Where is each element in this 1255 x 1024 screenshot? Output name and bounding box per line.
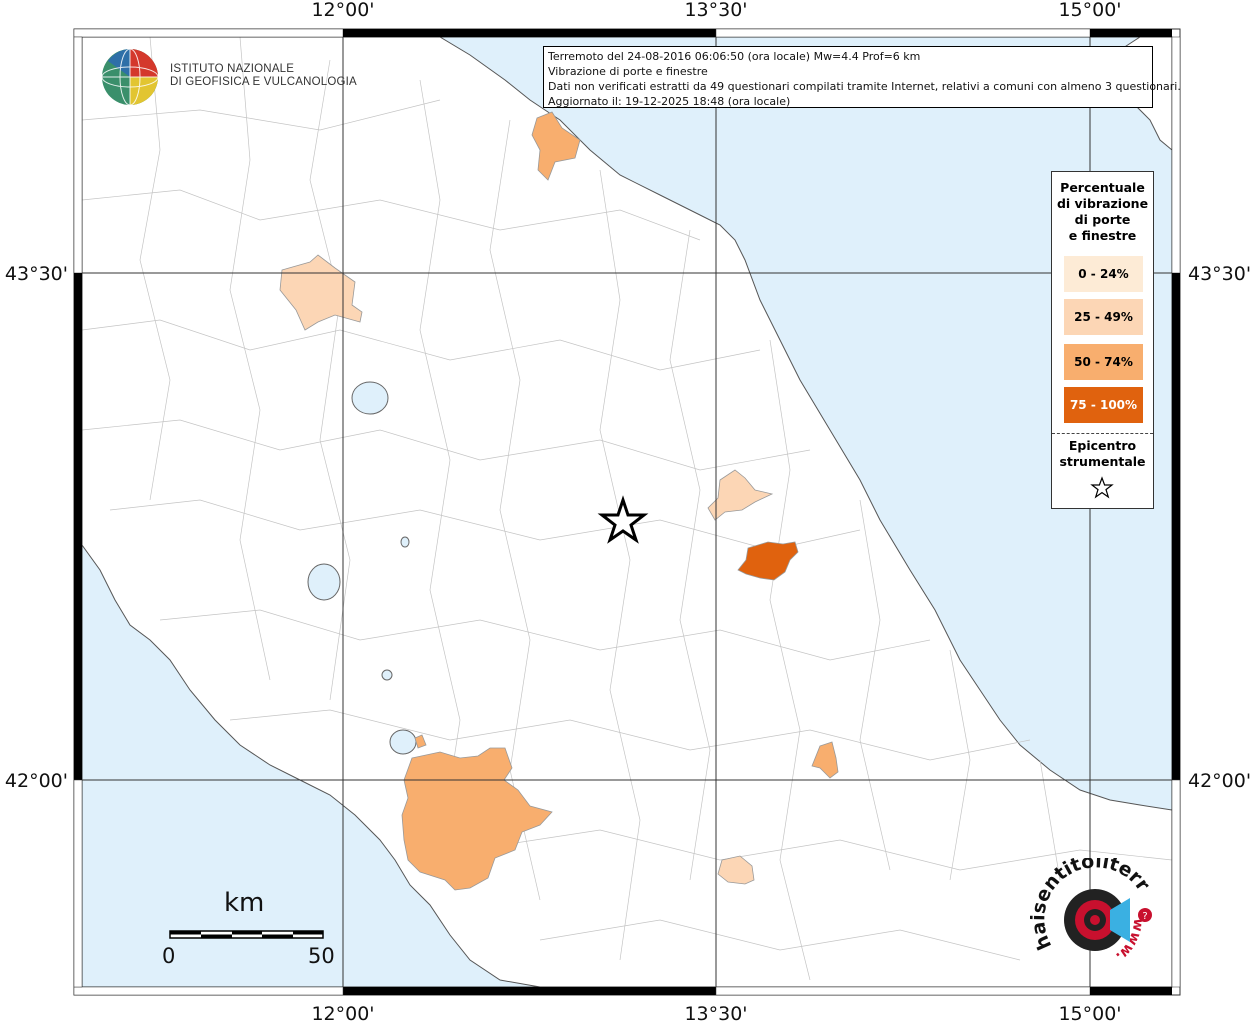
ingv-logo-text: ISTITUTO NAZIONALE DI GEOFISICA E VULCAN… <box>170 63 357 89</box>
lon-label-bottom-1: 12°00' <box>311 1003 374 1024</box>
lake-vico <box>381 669 393 681</box>
legend-epicenter-line: strumentale <box>1059 454 1146 469</box>
ingv-line-2: DI GEOFISICA E VULCANOLOGIA <box>170 76 357 88</box>
lake-piediluco <box>400 536 410 548</box>
info-line-4: Aggiornato il: 19-12-2025 18:48 (ora loc… <box>548 95 791 108</box>
scale-max-label: 50 <box>308 944 335 968</box>
lon-label-top-3: 15°00' <box>1058 0 1121 21</box>
lake-bracciano <box>389 729 417 755</box>
info-line-1: Terremoto del 24-08-2016 06:06:50 (ora l… <box>548 50 921 63</box>
legend-title-line: di porte <box>1074 212 1131 227</box>
legend: Percentuale di vibrazione di porte e fin… <box>1051 171 1154 509</box>
lon-label-top-1: 12°00' <box>311 0 374 21</box>
ingv-line-1: ISTITUTO NAZIONALE <box>170 63 295 75</box>
lake-bolsena <box>307 563 341 601</box>
lon-label-bottom-2: 13°30' <box>684 1003 747 1024</box>
legend-title-line: di vibrazione <box>1056 196 1149 211</box>
info-line-2: Vibrazione di porte e finestre <box>548 65 708 78</box>
svg-text:?: ? <box>1142 911 1147 922</box>
star-outline-icon <box>1090 476 1114 504</box>
legend-epicenter-line: Epicentro <box>1068 438 1137 453</box>
legend-class-0: 0 - 24% <box>1064 256 1143 292</box>
lon-label-bottom-3: 15°00' <box>1058 1003 1121 1024</box>
lat-label-left-1: 43°30' <box>5 263 68 285</box>
event-info-box: Terremoto del 24-08-2016 06:06:50 (ora l… <box>543 46 1181 108</box>
lake-trasimeno <box>351 381 389 415</box>
scale-bar <box>169 930 324 939</box>
legend-epicenter-label: Epicentro strumentale <box>1052 438 1153 470</box>
legend-title-line: e finestre <box>1068 228 1137 243</box>
haisentito-logo-icon: haisentitoilterremoto.it www. ? <box>1020 841 1170 982</box>
scale-min-label: 0 <box>162 944 176 968</box>
legend-class-3: 75 - 100% <box>1064 387 1143 423</box>
ingv-logo-icon <box>100 46 164 112</box>
lat-label-right-1: 43°30' <box>1188 263 1251 285</box>
info-line-3: Dati non verificati estratti da 49 quest… <box>548 80 1181 93</box>
legend-title-line: Percentuale <box>1060 180 1145 195</box>
legend-separator <box>1052 433 1153 434</box>
legend-title: Percentuale di vibrazione di porte e fin… <box>1052 180 1153 244</box>
legend-class-1: 25 - 49% <box>1064 299 1143 335</box>
lat-label-right-2: 42°00' <box>1188 770 1251 792</box>
lon-label-top-2: 13°30' <box>684 0 747 21</box>
legend-class-2: 50 - 74% <box>1064 344 1143 380</box>
lat-label-left-2: 42°00' <box>5 770 68 792</box>
scale-unit: km <box>224 888 265 918</box>
